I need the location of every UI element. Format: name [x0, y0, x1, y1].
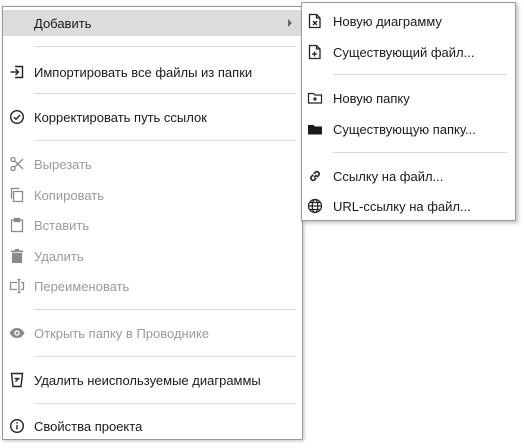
- menu-item-label: Вставить: [34, 218, 90, 233]
- submenu-item-new-folder[interactable]: Новую папку: [302, 85, 515, 111]
- submenu-item-url-link[interactable]: URL-ссылку на файл...: [302, 193, 515, 219]
- menu-item-delete-unused-diagrams[interactable]: Удалить неиспользуемые диаграммы: [3, 367, 302, 393]
- menu-separator: [333, 74, 507, 75]
- link-icon: [307, 168, 323, 184]
- info-icon: [9, 418, 25, 434]
- menu-item-label: Ссылку на файл...: [333, 169, 444, 184]
- submenu-arrow-icon: [288, 19, 292, 27]
- copy-icon: [9, 187, 25, 203]
- menu-item-rename[interactable]: Переименовать: [3, 273, 302, 299]
- folder-icon: [307, 121, 323, 137]
- menu-item-label: Удалить: [34, 249, 84, 264]
- menu-item-label: Существующий файл...: [333, 45, 475, 60]
- submenu-item-file-link[interactable]: Ссылку на файл...: [302, 163, 515, 189]
- menu-separator: [34, 403, 296, 404]
- submenu-item-existing-folder[interactable]: Существующую папку...: [302, 116, 515, 142]
- menu-separator: [34, 309, 296, 310]
- menu-item-label: Переименовать: [34, 279, 130, 294]
- add-submenu: Новую диаграмму Существующий файл... Нов…: [301, 2, 516, 221]
- menu-item-copy[interactable]: Копировать: [3, 182, 302, 208]
- menu-item-label: URL-ссылку на файл...: [333, 199, 471, 214]
- context-menu: Добавить Импортировать все файлы из папк…: [2, 6, 303, 440]
- submenu-item-new-diagram[interactable]: Новую диаграмму: [302, 8, 515, 34]
- folder-add-icon: [307, 90, 323, 106]
- menu-separator: [34, 46, 296, 47]
- menu-item-open-in-explorer[interactable]: Открыть папку в Проводнике: [3, 320, 302, 346]
- menu-item-label: Удалить неиспользуемые диаграммы: [34, 373, 261, 388]
- check-circle-icon: [9, 109, 25, 125]
- menu-item-label: Импортировать все файлы из папки: [34, 65, 253, 80]
- menu-item-label: Добавить: [34, 16, 92, 31]
- rename-icon: [9, 278, 25, 294]
- file-add-icon: [307, 44, 323, 60]
- menu-item-label: Свойства проекта: [34, 419, 143, 434]
- menu-item-delete[interactable]: Удалить: [3, 243, 302, 269]
- menu-item-project-properties[interactable]: Свойства проекта: [3, 413, 302, 439]
- menu-item-label: Открыть папку в Проводнике: [34, 326, 210, 341]
- menu-item-label: Новую папку: [333, 91, 410, 106]
- submenu-item-existing-file[interactable]: Существующий файл...: [302, 39, 515, 65]
- menu-item-paste[interactable]: Вставить: [3, 212, 302, 238]
- globe-icon: [307, 198, 323, 214]
- trash-icon: [9, 248, 25, 264]
- clipboard-icon: [9, 217, 25, 233]
- menu-separator: [34, 140, 296, 141]
- menu-item-import-folder[interactable]: Импортировать все файлы из папки: [3, 59, 302, 85]
- menu-item-label: Вырезать: [34, 157, 92, 172]
- new-diagram-icon: [307, 13, 323, 29]
- menu-separator: [34, 356, 296, 357]
- scissors-icon: [9, 156, 25, 172]
- import-icon: [9, 64, 25, 80]
- menu-item-label: Существующую папку...: [333, 122, 476, 137]
- menu-item-label: Корректировать путь ссылок: [34, 110, 207, 125]
- menu-item-label: Копировать: [34, 188, 104, 203]
- menu-item-cut[interactable]: Вырезать: [3, 151, 302, 177]
- menu-item-add[interactable]: Добавить: [3, 10, 302, 36]
- eye-icon: [9, 325, 25, 341]
- menu-separator: [34, 93, 296, 94]
- bucket-icon: [9, 372, 25, 388]
- menu-item-fix-links[interactable]: Корректировать путь ссылок: [3, 104, 302, 130]
- menu-separator: [333, 152, 507, 153]
- menu-item-label: Новую диаграмму: [333, 14, 442, 29]
